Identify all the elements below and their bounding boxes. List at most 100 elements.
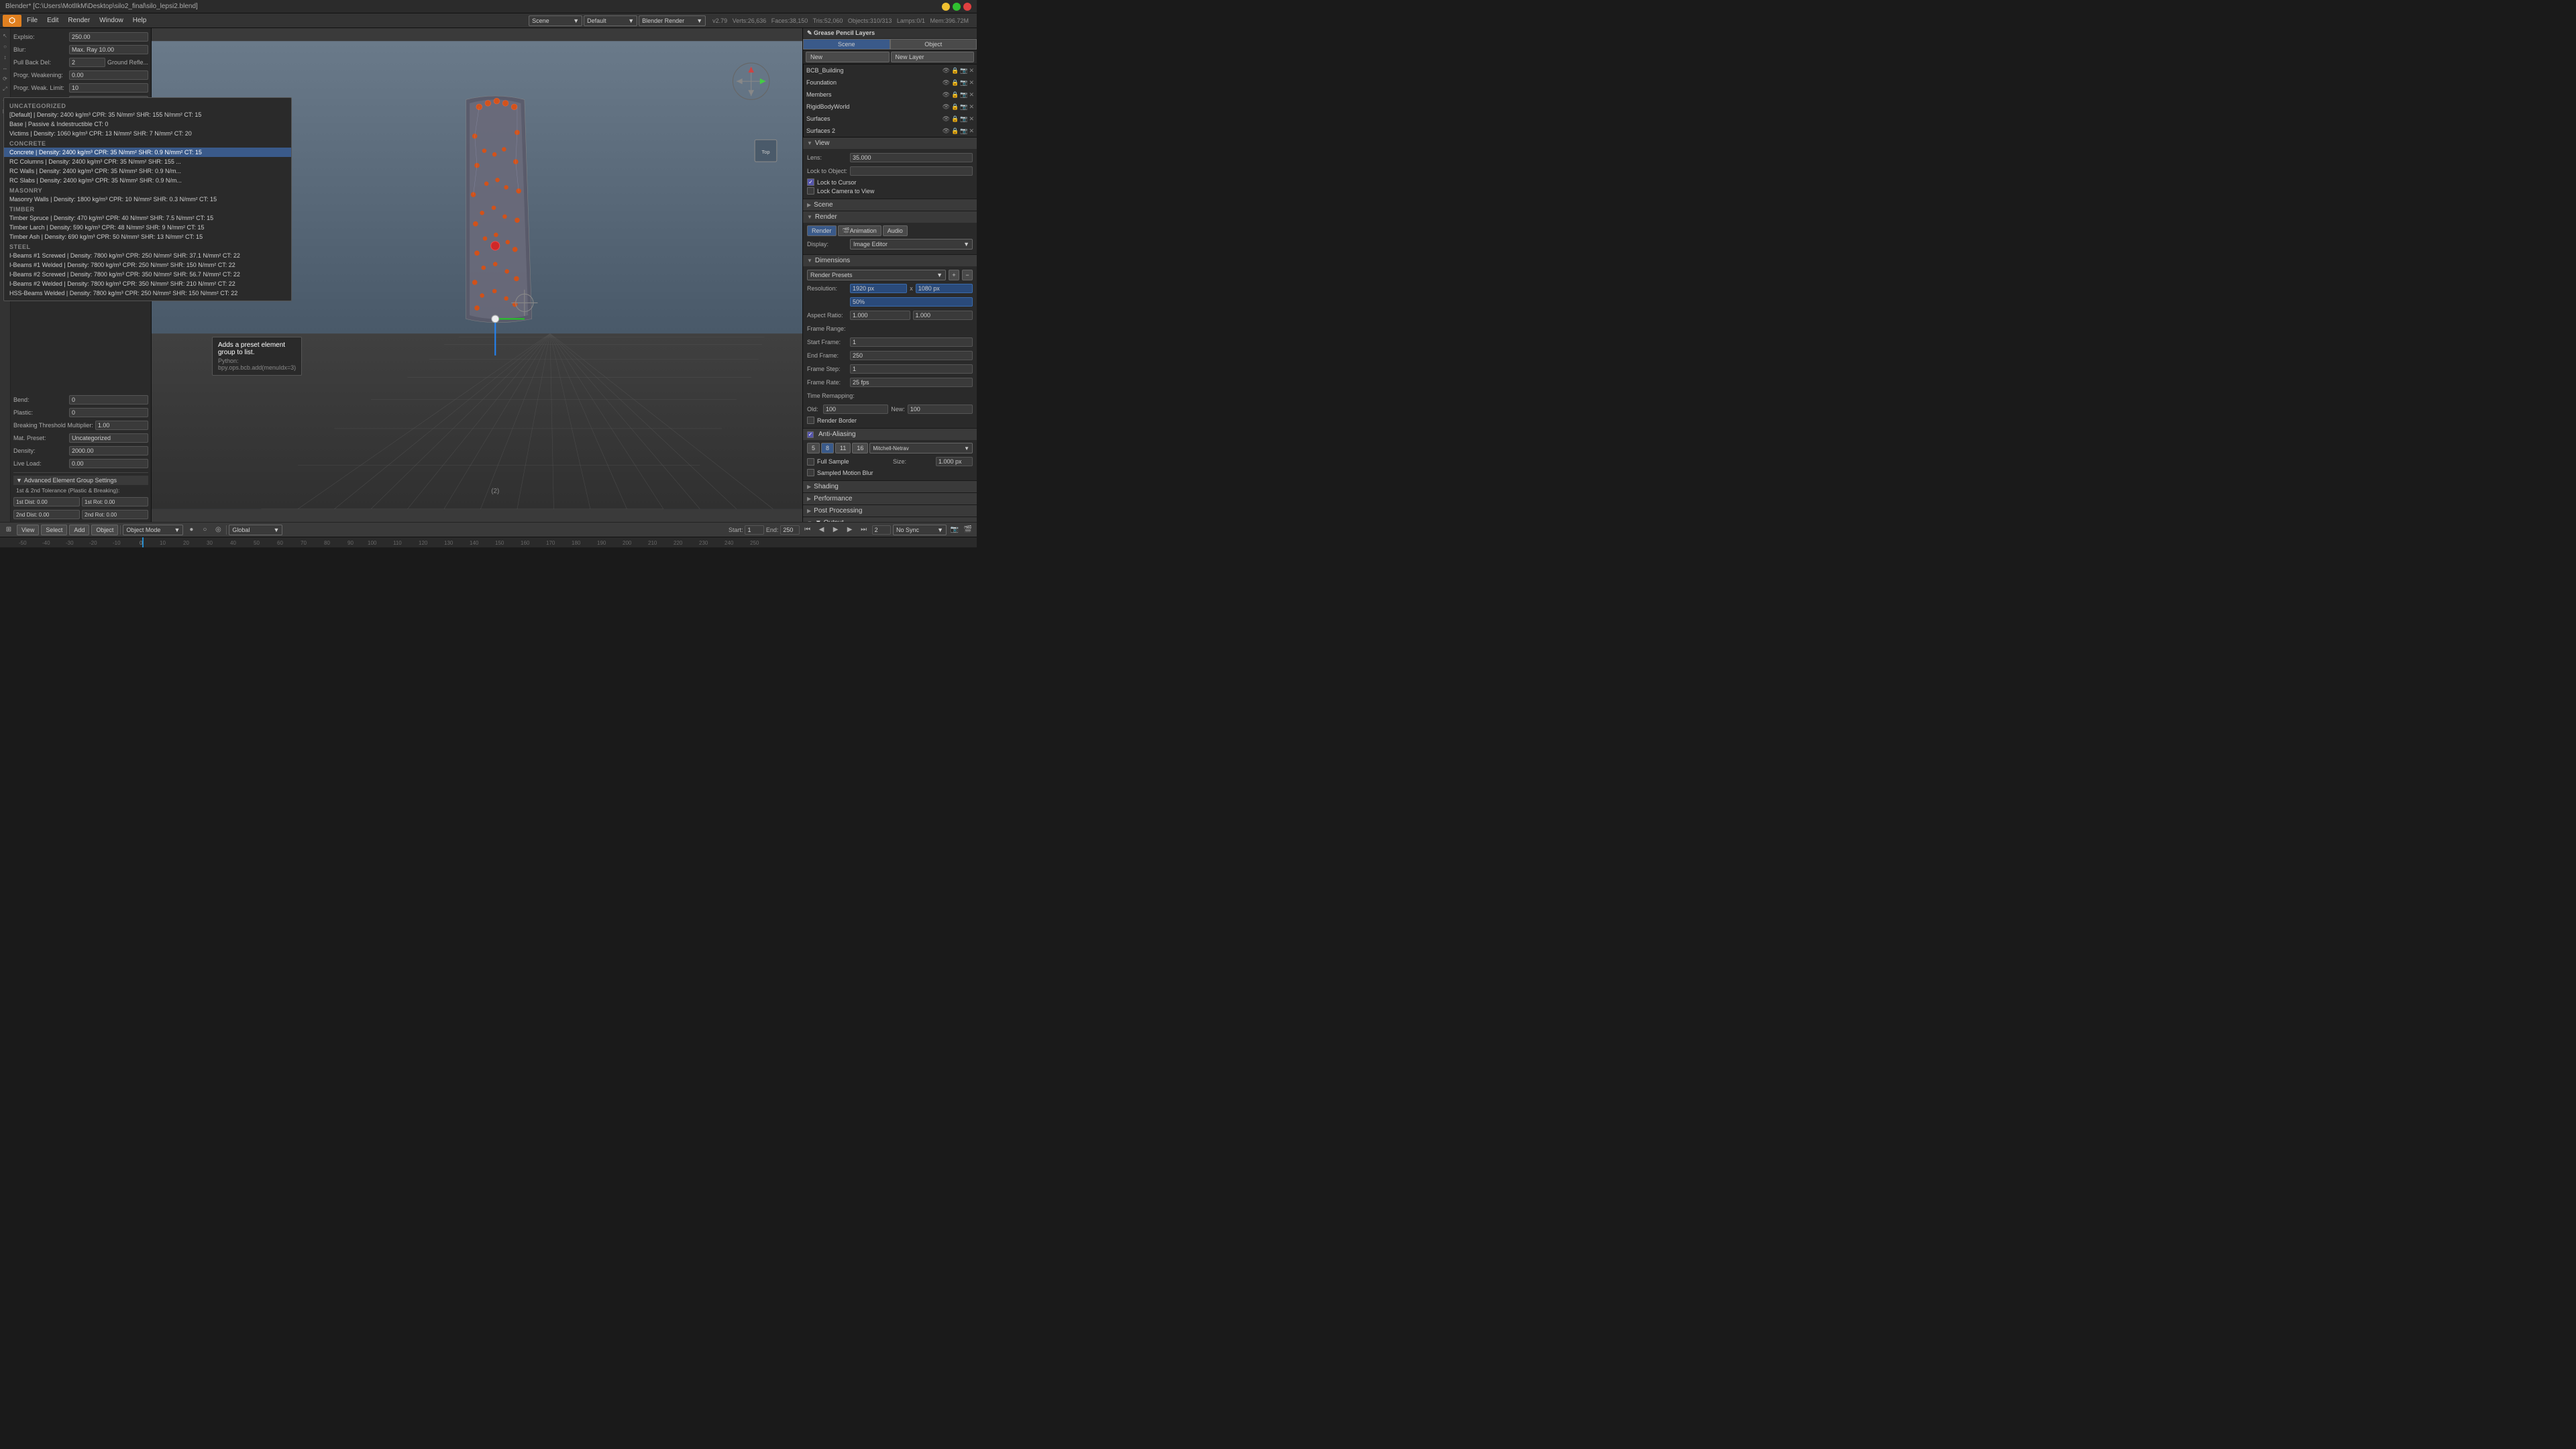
layer-surfaces[interactable]: Surfaces 👁 🔒 📷 ✕ [804, 113, 977, 125]
render-section-header[interactable]: ▼ Render [803, 211, 977, 223]
global-selector[interactable]: Global ▼ [229, 525, 282, 535]
lock-cursor-checkbox[interactable] [807, 178, 814, 186]
full-sample-checkbox[interactable] [807, 458, 814, 466]
play-icon[interactable]: ▶ [830, 524, 842, 536]
camera-render-icon[interactable]: 📷 [949, 524, 961, 536]
lens-input[interactable]: 35.000 [850, 153, 973, 162]
prop-2nd-rot[interactable]: 2nd Rot: 0.00 [82, 510, 148, 519]
lock-camera-checkbox[interactable] [807, 187, 814, 195]
prop-val-pullback[interactable]: 2 [69, 58, 105, 67]
layer-members[interactable]: Members 👁 🔒 📷 ✕ [804, 89, 977, 101]
display-selector[interactable]: Image Editor ▼ [850, 239, 973, 250]
preset-rc-walls[interactable]: RC Walls | Density: 2400 kg/m³ CPR: 35 N… [11, 166, 152, 176]
preset-default[interactable]: [Default] | Density: 2400 kg/m³ CPR: 35 … [11, 110, 152, 119]
preset-rc-slabs[interactable]: RC Slabs | Density: 2400 kg/m³ CPR: 35 N… [11, 176, 152, 185]
aa-val-8[interactable]: 8 [821, 443, 834, 453]
eye-icon-2[interactable]: 👁 [943, 79, 950, 87]
layer-rigidbodyworld[interactable]: RigidBodyWorld 👁 🔒 📷 ✕ [804, 101, 977, 113]
tool-icon-3[interactable]: ↕ [1, 52, 10, 62]
sync-selector[interactable]: No Sync ▼ [893, 525, 947, 535]
layer-surfaces2[interactable]: Surfaces 2 👁 🔒 📷 ✕ [804, 125, 977, 137]
layer-bcb-building[interactable]: BCB_Building 👁 🔒 📷 ✕ [804, 64, 977, 76]
eye-icon-4[interactable]: 👁 [943, 103, 950, 111]
frame-rate-input[interactable]: 25 fps [850, 378, 973, 387]
workspace-selector[interactable]: Default ▼ [584, 15, 637, 26]
maximize-button[interactable] [953, 3, 961, 11]
minimize-button[interactable] [942, 3, 950, 11]
prop-val-explsio[interactable]: 250.00 [69, 32, 148, 42]
menu-edit[interactable]: Edit [43, 15, 62, 25]
size-input[interactable]: 1.000 px [936, 457, 973, 466]
preset-ibeams1-welded[interactable]: I-Beams #1 Welded | Density: 7800 kg/m³ … [11, 260, 152, 270]
prop-val-density[interactable]: 2000.00 [69, 446, 148, 455]
eye-icon-3[interactable]: 👁 [943, 91, 950, 99]
prop-1st-dist[interactable]: 1st Dist: 0.00 [13, 497, 80, 506]
post-processing-header[interactable]: ▶ Post Processing [803, 505, 977, 517]
new-layer-button[interactable]: New Layer [891, 52, 975, 62]
tool-icon-1[interactable]: ↖ [1, 31, 10, 40]
lock-icon-6[interactable]: 🔒 [951, 127, 959, 135]
preset-ibeams2-welded[interactable]: I-Beams #2 Welded | Density: 7800 kg/m³ … [11, 279, 152, 288]
camera-icon-5[interactable]: 📷 [960, 115, 967, 123]
preset-rc-columns[interactable]: RC Columns | Density: 2400 kg/m³ CPR: 35… [11, 157, 152, 166]
render-tab-audio[interactable]: Audio [883, 225, 908, 236]
end-frame-input[interactable]: 250 [850, 351, 973, 360]
tool-icon-2[interactable]: ○ [1, 42, 10, 51]
layer-foundation[interactable]: Foundation 👁 🔒 📷 ✕ [804, 76, 977, 89]
aa-filter-selector[interactable]: Mitchell-Netrav ▼ [869, 443, 973, 453]
render-engine-selector[interactable]: Blender Render ▼ [639, 15, 706, 26]
res-pct-input[interactable]: 50% [850, 297, 973, 307]
menu-window[interactable]: Window [95, 15, 127, 25]
preset-timber-spruce[interactable]: Timber Spruce | Density: 470 kg/m³ CPR: … [11, 213, 152, 223]
performance-header[interactable]: ▶ Performance [803, 493, 977, 504]
view-btn[interactable]: View [17, 525, 39, 535]
prop-val-progr-limit[interactable]: 10 [69, 83, 148, 93]
render-tab-render[interactable]: Render [807, 225, 837, 236]
preset-base[interactable]: Base | Passive & Indestructible CT: 0 [11, 119, 152, 129]
new-button[interactable]: New [806, 52, 890, 62]
menu-render[interactable]: Render [64, 15, 94, 25]
object-mode-selector[interactable]: Object Mode ▼ [123, 525, 183, 535]
prop-val-bend[interactable]: 0 [69, 395, 148, 405]
aspect-x-input[interactable]: 1.000 [850, 311, 910, 320]
prop-val-plastic[interactable]: 0 [69, 408, 148, 417]
x-icon-6[interactable]: ✕ [969, 127, 974, 135]
dimensions-header[interactable]: ▼ Dimensions [803, 255, 977, 266]
fps-input[interactable]: 2 [872, 525, 891, 535]
camera-icon-4[interactable]: 📷 [960, 103, 967, 111]
eye-icon[interactable]: 👁 [943, 67, 950, 74]
skip-end-icon[interactable]: ⏭ [858, 524, 870, 536]
preset-ibeams1-screwed[interactable]: I-Beams #1 Screwed | Density: 7800 kg/m³… [11, 251, 152, 260]
render-presets-add[interactable]: + [949, 270, 959, 280]
x-icon-2[interactable]: ✕ [969, 79, 974, 87]
lock-icon-2[interactable]: 🔒 [951, 79, 959, 87]
camera-icon-2[interactable]: 📷 [960, 79, 967, 87]
lock-object-input[interactable] [850, 166, 973, 176]
end-frame-bottom[interactable]: 250 [780, 525, 799, 535]
x-icon[interactable]: ✕ [969, 67, 974, 74]
aspect-y-input[interactable]: 1.000 [913, 311, 973, 320]
aa-checkbox[interactable] [807, 431, 814, 438]
prop-val-progr-weak[interactable]: 0.00 [69, 70, 148, 80]
view-icon[interactable]: ⊞ [3, 524, 15, 536]
solid-shading-icon[interactable]: ● [185, 524, 197, 536]
tab-scene[interactable]: Scene [803, 39, 890, 50]
close-button[interactable] [963, 3, 971, 11]
render-tab-animation[interactable]: 🎬Animation [838, 225, 881, 236]
view-section-header[interactable]: ▼ View [803, 138, 977, 149]
prop-1st-rot[interactable]: 1st Rot: 0.00 [82, 497, 148, 506]
aa-val-16[interactable]: 16 [852, 443, 868, 453]
lock-icon[interactable]: 🔒 [951, 67, 959, 74]
prop-val-blur[interactable]: Max. Ray 10.00 [69, 45, 148, 54]
x-icon-5[interactable]: ✕ [969, 115, 974, 123]
prev-frame-icon[interactable]: ◀ [816, 524, 828, 536]
next-frame-icon[interactable]: ▶ [844, 524, 856, 536]
preset-timber-ash[interactable]: Timber Ash | Density: 690 kg/m³ CPR: 50 … [11, 232, 152, 241]
time-remap-new[interactable]: 100 [908, 405, 973, 414]
time-remap-old[interactable]: 100 [823, 405, 888, 414]
res-x-input[interactable]: 1920 px [850, 284, 907, 293]
camera-icon[interactable]: 📷 [960, 67, 967, 74]
camera-icon-6[interactable]: 📷 [960, 127, 967, 135]
timeline-bar[interactable]: -50 -40 -30 -20 -10 0 10 20 30 40 50 60 … [0, 537, 977, 547]
output-header[interactable]: ▼ ▼ Output [803, 517, 977, 522]
